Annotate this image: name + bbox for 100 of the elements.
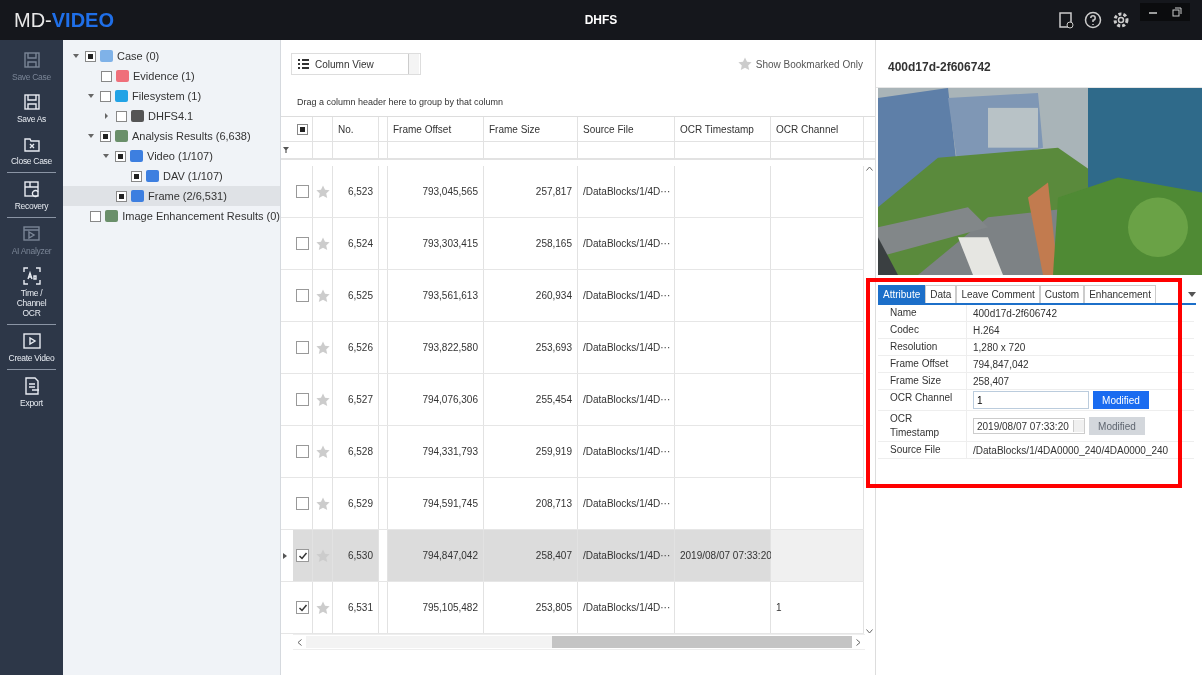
property-value: 400d17d-2f606742 [973, 307, 1057, 319]
tree-checkbox[interactable] [131, 170, 142, 182]
scroll-down-icon[interactable] [866, 629, 873, 634]
expanded-icon[interactable] [73, 54, 79, 58]
filter-icon[interactable] [283, 147, 289, 153]
property-label: Source File [878, 442, 967, 458]
bookmark-filter[interactable]: Show Bookmarked Only [737, 57, 863, 71]
star-icon[interactable] [315, 496, 330, 511]
tree-item[interactable]: Filesystem (1) [63, 86, 280, 106]
tree-item[interactable]: Evidence (1) [63, 66, 280, 86]
tab[interactable]: Attribute [878, 285, 926, 303]
tree-checkbox[interactable] [90, 210, 102, 222]
tree-checkbox[interactable] [116, 110, 127, 122]
table-row[interactable]: 6,523 793,045,565 257,817 /DataBlocks/1/4D··· [281, 166, 864, 218]
row-checkbox[interactable] [296, 341, 309, 354]
tool-button[interactable]: Close Case [7, 130, 56, 173]
horizontal-scrollbar[interactable] [293, 634, 865, 650]
tool-button[interactable]: Export [0, 372, 63, 414]
clipboard-icon[interactable] [1058, 11, 1074, 29]
settings-icon[interactable] [1112, 11, 1130, 29]
table-cell: /DataBlocks/1/4D··· [578, 426, 675, 477]
star-icon[interactable] [315, 600, 330, 615]
vertical-scrollbar[interactable] [864, 166, 875, 634]
star-icon[interactable] [315, 392, 330, 407]
scroll-up-icon[interactable] [866, 166, 873, 171]
row-checkbox[interactable] [296, 549, 309, 562]
node-icon [105, 210, 119, 222]
row-checkbox[interactable] [296, 185, 309, 198]
channel-field[interactable]: 1 [973, 391, 1089, 409]
restore-icon[interactable] [1172, 7, 1182, 17]
tree-checkbox[interactable] [115, 150, 126, 162]
column-header[interactable]: Frame Size [484, 117, 578, 141]
node-icon [146, 170, 159, 182]
tab[interactable]: Leave Comment [956, 285, 1040, 303]
window-icon [21, 224, 42, 244]
row-checkbox[interactable] [296, 289, 309, 302]
collapsed-icon[interactable] [105, 113, 108, 119]
column-header[interactable]: OCR Channel [771, 117, 864, 141]
tree-checkbox[interactable] [116, 190, 127, 202]
row-checkbox[interactable] [296, 497, 309, 510]
tab[interactable]: Data [925, 285, 957, 303]
tab[interactable]: Custom [1039, 285, 1085, 303]
table-cell: 6,529 [333, 478, 379, 529]
tab[interactable]: Enhancement [1084, 285, 1156, 303]
property-label: Frame Offset [878, 356, 967, 372]
tree-item[interactable]: Frame (2/6,531) [63, 186, 280, 206]
tree-item[interactable]: Analysis Results (6,638) [63, 126, 280, 146]
scroll-left-icon[interactable] [297, 638, 302, 646]
table-row[interactable]: 6,526 793,822,580 253,693 /DataBlocks/1/4D··· [281, 322, 864, 374]
tree-checkbox[interactable] [85, 50, 96, 62]
property-value: H.264 [973, 324, 1000, 336]
expanded-icon[interactable] [103, 154, 109, 158]
star-icon[interactable] [315, 444, 330, 459]
tree-checkbox[interactable] [100, 130, 111, 142]
table-cell: 2019/08/07 07:33:20 [680, 550, 772, 561]
expanded-icon[interactable] [88, 94, 94, 98]
table-row[interactable]: 6,524 793,303,415 258,165 /DataBlocks/1/4D··· [281, 218, 864, 270]
row-checkbox[interactable] [296, 393, 309, 406]
expanded-icon[interactable] [88, 134, 94, 138]
table-row[interactable]: 6,528 794,331,793 259,919 /DataBlocks/1/4D··· [281, 426, 864, 478]
star-icon[interactable] [315, 236, 330, 251]
star-icon [737, 57, 752, 71]
select-all-checkbox[interactable] [297, 123, 308, 135]
node-label: DAV (1/107) [163, 170, 223, 182]
column-header[interactable]: OCR Timestamp [675, 117, 771, 141]
scroll-right-icon[interactable] [856, 638, 861, 646]
tree-item[interactable]: Image Enhancement Results (0) [63, 206, 280, 226]
modified-button[interactable]: Modified [1093, 391, 1149, 409]
table-cell: 6,528 [333, 426, 379, 477]
table-row[interactable]: 6,530 794,847,042 258,407 /DataBlocks/1/4D··· 2019/08/07 07:33:20 [281, 530, 864, 582]
column-header[interactable]: Frame Offset [388, 117, 484, 141]
tree-item[interactable]: Video (1/107) [63, 146, 280, 166]
view-dropdown[interactable]: Column View [291, 53, 421, 75]
table-cell: 259,919 [484, 426, 578, 477]
row-checkbox[interactable] [296, 445, 309, 458]
list-icon [298, 59, 309, 69]
table-row[interactable]: 6,531 795,105,482 253,805 /DataBlocks/1/4D··· 1 [281, 582, 864, 634]
table-row[interactable]: 6,525 793,561,613 260,934 /DataBlocks/1/4D··· [281, 270, 864, 322]
dropdown-icon[interactable] [1188, 292, 1196, 297]
table-cell: /DataBlocks/1/4D··· [578, 374, 675, 425]
column-header[interactable]: No. [333, 117, 379, 141]
star-icon[interactable] [315, 340, 330, 355]
help-icon[interactable] [1084, 11, 1102, 29]
tool-button[interactable]: Time / Channel OCR [7, 262, 56, 325]
tool-button[interactable]: Recovery [7, 175, 56, 218]
tool-button[interactable]: Save As [0, 88, 63, 130]
tree-checkbox[interactable] [100, 90, 111, 102]
tree-item[interactable]: Case (0) [63, 46, 280, 66]
tree-checkbox[interactable] [101, 70, 112, 82]
tree-item[interactable]: DHFS4.1 [63, 106, 280, 126]
table-cell: /DataBlocks/1/4D··· [578, 270, 675, 321]
table-cell: /DataBlocks/1/4D··· [578, 478, 675, 529]
table-row[interactable]: 6,527 794,076,306 255,454 /DataBlocks/1/4D··· [281, 374, 864, 426]
column-header[interactable]: Source File [578, 117, 675, 141]
row-checkbox[interactable] [296, 601, 309, 614]
star-icon[interactable] [315, 288, 330, 303]
star-icon[interactable] [315, 184, 330, 199]
tool-button[interactable]: Create Video [7, 327, 56, 370]
row-checkbox[interactable] [296, 237, 309, 250]
tree-item[interactable]: DAV (1/107) [63, 166, 280, 186]
